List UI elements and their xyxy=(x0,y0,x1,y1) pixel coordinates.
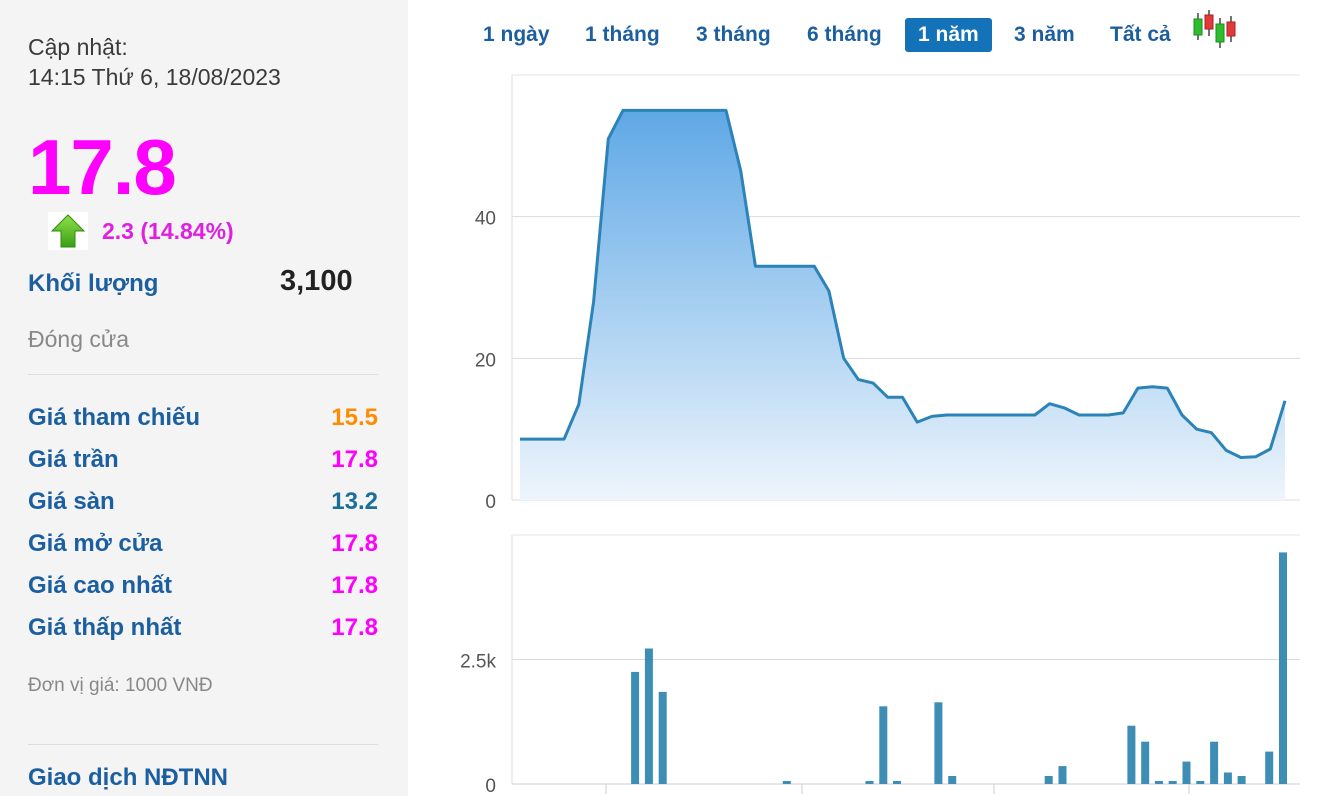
volume-bar xyxy=(1279,552,1287,784)
volume-bar xyxy=(865,781,874,784)
ceiling-price-value: 17.8 xyxy=(331,446,378,473)
volume-bar xyxy=(1237,776,1246,784)
volume-bar xyxy=(934,702,943,784)
volume-bar xyxy=(1196,781,1205,784)
volume-bar xyxy=(1141,741,1150,784)
tab-3-months[interactable]: 3 tháng xyxy=(683,18,784,52)
price-chart: 0 20 40 xyxy=(475,74,1300,510)
high-price-value: 17.8 xyxy=(331,572,378,599)
updated-label: Cập nhật: xyxy=(28,34,128,60)
foreign-trade-link[interactable]: Giao dịch NĐTNN xyxy=(28,764,228,792)
price-area xyxy=(520,110,1285,501)
volume-label: Khối lượng xyxy=(28,270,159,297)
floor-price-label: Giá sàn xyxy=(28,488,115,515)
updated-time: 14:15 Thứ 6, 18/08/2023 xyxy=(28,64,281,90)
tab-6-months[interactable]: 6 tháng xyxy=(794,18,895,52)
volume-bar xyxy=(1223,772,1232,784)
volume-bar xyxy=(658,691,667,784)
tab-1-day[interactable]: 1 ngày xyxy=(470,18,563,52)
y-tick-label: 40 xyxy=(475,209,496,230)
price-change: 2.3 (14.84%) xyxy=(102,218,234,244)
floor-price-value: 13.2 xyxy=(331,488,378,515)
ceiling-price-label: Giá trần xyxy=(28,446,119,473)
low-price-value: 17.8 xyxy=(331,614,378,641)
divider xyxy=(28,744,378,745)
volume-bar xyxy=(1044,776,1053,784)
volume-chart: 0 2.5k xyxy=(460,534,1300,796)
volume-bar xyxy=(948,776,957,784)
candlestick-icon[interactable] xyxy=(1190,10,1236,50)
volume-bar xyxy=(782,781,791,784)
low-price-label: Giá thấp nhất xyxy=(28,614,182,641)
y-tick-label: 20 xyxy=(475,350,496,371)
volume-bar xyxy=(879,706,888,784)
volume-bar xyxy=(644,648,653,784)
price-unit-note: Đơn vị giá: 1000 VNĐ xyxy=(28,675,213,696)
y-tick-label: 0 xyxy=(485,776,496,796)
volume-bar xyxy=(1182,761,1191,784)
divider xyxy=(28,374,378,375)
session-status: Đóng cửa xyxy=(28,326,130,352)
reference-price-value: 15.5 xyxy=(331,404,378,431)
volume-bar xyxy=(1265,751,1274,784)
current-price: 17.8 xyxy=(28,123,177,211)
y-tick-label: 0 xyxy=(485,492,496,510)
volume-bar xyxy=(1127,725,1136,784)
high-price-label: Giá cao nhất xyxy=(28,572,173,599)
volume-bar xyxy=(1154,781,1163,784)
tab-1-year[interactable]: 1 năm xyxy=(905,18,992,52)
quote-panel: Cập nhật: 14:15 Thứ 6, 18/08/2023 17.8 2… xyxy=(0,0,408,796)
volume-value: 3,100 xyxy=(280,265,353,297)
open-price-value: 17.8 xyxy=(331,530,378,557)
tab-3-years[interactable]: 3 năm xyxy=(1001,18,1088,52)
tab-1-month[interactable]: 1 tháng xyxy=(572,18,673,52)
open-price-label: Giá mở cửa xyxy=(28,530,163,557)
y-tick-label: 2.5k xyxy=(460,652,496,673)
volume-bar xyxy=(1058,766,1067,784)
volume-bar xyxy=(1168,781,1177,784)
reference-price-label: Giá tham chiếu xyxy=(28,404,201,431)
volume-bar xyxy=(631,671,640,784)
volume-bar xyxy=(1210,741,1219,784)
up-arrow-icon xyxy=(48,212,88,250)
tab-all[interactable]: Tất cả xyxy=(1097,18,1184,52)
volume-bar xyxy=(893,781,901,784)
